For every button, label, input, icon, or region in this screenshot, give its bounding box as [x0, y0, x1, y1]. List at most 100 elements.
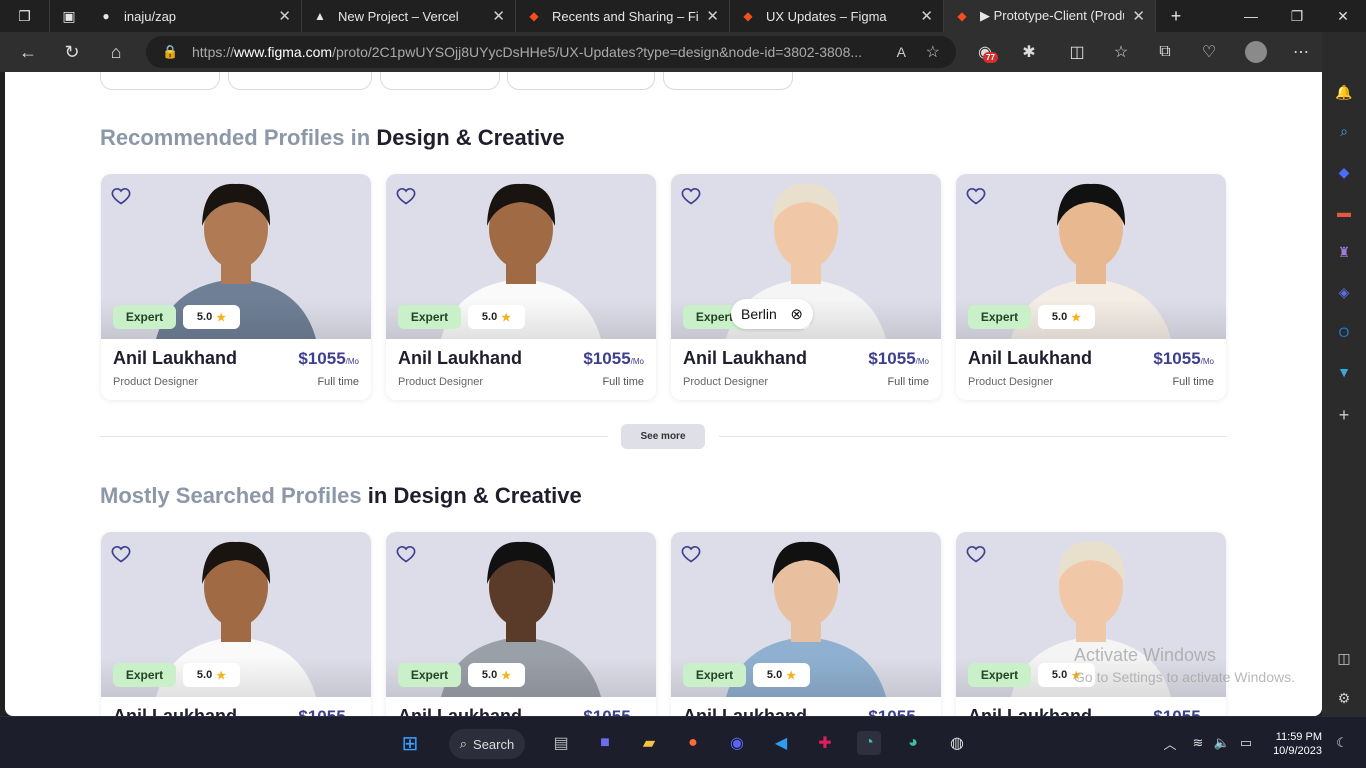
close-tab-icon[interactable]: ✕ — [278, 7, 291, 25]
vscode-button[interactable]: ◀ — [769, 731, 793, 755]
profile-price: $1055/Mo — [583, 349, 644, 369]
filter-chip[interactable] — [507, 72, 655, 90]
slack-button[interactable]: ✚ — [813, 731, 837, 755]
add-sidebar-app-button[interactable]: + — [1332, 403, 1356, 427]
tools-button[interactable]: ▬ — [1332, 200, 1356, 224]
profile-card[interactable]: Expert5.0★Anil Laukhand$1055/MoProduct D… — [671, 174, 941, 400]
outlook-button[interactable]: O — [1332, 320, 1356, 344]
tab-actions-button[interactable]: ▣ — [50, 0, 88, 32]
extensions-button[interactable]: ✱ — [1009, 32, 1049, 72]
profile-price: $1055/Mo — [1153, 707, 1214, 716]
heart-icon[interactable] — [111, 186, 131, 206]
sidebar-settings-button[interactable]: ⚙ — [1332, 686, 1356, 710]
back-button[interactable]: ← — [8, 32, 48, 72]
rating-value: 5.0 — [196, 669, 213, 681]
file-explorer-button[interactable]: ▰ — [637, 731, 661, 755]
tray-overflow-button[interactable]: ︿ — [1158, 731, 1182, 755]
drop-button[interactable]: ▼ — [1332, 360, 1356, 384]
workspaces-button[interactable]: ❐ — [0, 0, 50, 32]
tab-github[interactable]: ● inaju/zap ✕ — [88, 0, 302, 32]
price-value: $1055 — [298, 349, 346, 368]
edge-icon: ◕ — [908, 734, 918, 751]
heart-icon[interactable] — [681, 186, 701, 206]
app-button[interactable]: ◍ — [945, 731, 969, 755]
filter-chip[interactable] — [380, 72, 500, 90]
shopping-button[interactable]: ◆ — [1332, 160, 1356, 184]
location-tooltip[interactable]: Berlin ⊗ — [731, 299, 813, 329]
wifi-icon[interactable]: ≋ — [1186, 731, 1210, 755]
url-field[interactable]: 🔒 https://www.figma.com/proto/2C1pwUYSOj… — [146, 36, 956, 68]
edge-button[interactable]: ◔ — [857, 731, 881, 755]
heart-icon[interactable] — [396, 186, 416, 206]
filter-chip[interactable] — [100, 72, 220, 90]
star-icon: ★ — [1071, 311, 1082, 324]
hide-sidebar-button[interactable]: ◫ — [1332, 646, 1356, 670]
discord-button[interactable]: ◉ — [725, 731, 749, 755]
vercel-icon: ▲ — [314, 9, 326, 23]
collections-button[interactable]: ⧉ — [1145, 32, 1185, 72]
games-button[interactable]: ♜ — [1332, 240, 1356, 264]
edge-dev-button[interactable]: ◕ — [901, 731, 925, 755]
split-screen-button[interactable]: ◫ — [1057, 32, 1097, 72]
puzzle-icon: ✱ — [1022, 44, 1036, 61]
heart-icon[interactable] — [966, 186, 986, 206]
profile-card[interactable]: Expert5.0★Anil Laukhand$1055/MoProduct D… — [956, 174, 1226, 400]
notification-center-button[interactable]: ☾ — [1330, 731, 1354, 755]
tab-prototype-client[interactable]: ◆ ▶ Prototype-Client (Product ✕ — [944, 0, 1156, 32]
profile-card[interactable]: Expert5.0★Anil Laukhand$1055/MoProduct D… — [956, 532, 1226, 716]
tab-vercel[interactable]: ▲ New Project – Vercel ✕ — [302, 0, 516, 32]
microsoft365-button[interactable]: ◈ — [1332, 280, 1356, 304]
home-icon: ⌂ — [110, 41, 122, 62]
notifications-button[interactable]: 🔔 — [1332, 80, 1356, 104]
restore-button[interactable]: ❐ — [1274, 0, 1320, 32]
search-sidebar-button[interactable]: ⌕ — [1332, 119, 1356, 143]
read-aloud-icon[interactable]: A — [897, 44, 906, 60]
task-view-button[interactable]: ▤ — [549, 731, 573, 755]
profile-button[interactable] — [1236, 32, 1276, 72]
search-label: Search — [473, 736, 515, 752]
refresh-button[interactable]: ↻ — [52, 32, 92, 72]
postman-button[interactable]: ● — [681, 731, 705, 755]
home-button[interactable]: ⌂ — [96, 32, 136, 72]
profile-card[interactable]: Expert5.0★Anil Laukhand$1055/MoProduct D… — [101, 532, 371, 716]
profile-card[interactable]: Expert5.0★Anil Laukhand$1055/MoProduct D… — [386, 174, 656, 400]
start-button[interactable]: ⊞ — [398, 731, 422, 755]
close-tab-icon[interactable]: ✕ — [920, 7, 933, 25]
favorites-button[interactable]: ☆ — [1101, 32, 1141, 72]
filter-chip[interactable] — [663, 72, 793, 90]
close-window-button[interactable]: ✕ — [1320, 0, 1366, 32]
see-more-button[interactable]: See more — [621, 424, 705, 449]
close-tab-icon[interactable]: ✕ — [492, 7, 505, 25]
minimize-button[interactable]: — — [1228, 0, 1274, 32]
heart-icon[interactable] — [966, 544, 986, 564]
profile-card[interactable]: Expert5.0★Anil Laukhand$1055/MoProduct D… — [671, 532, 941, 716]
close-tab-icon[interactable]: ✕ — [706, 7, 719, 25]
rating-badge: 5.0★ — [183, 663, 240, 687]
teams-button[interactable]: ■ — [593, 731, 617, 755]
close-circle-icon[interactable]: ⊗ — [790, 305, 803, 323]
moon-icon: ☾ — [1336, 735, 1348, 750]
extension-button[interactable]: ◉ 77 — [965, 32, 1005, 72]
filter-chip[interactable] — [228, 72, 372, 90]
video-call-icon: ■ — [600, 734, 610, 751]
tab-figma-recents[interactable]: ◆ Recents and Sharing – Figma ✕ — [516, 0, 730, 32]
clock[interactable]: 11:59 PM 10/9/2023 — [1262, 730, 1322, 758]
rating-badge: 5.0★ — [1038, 305, 1095, 329]
browser-essentials-button[interactable]: ♡ — [1189, 32, 1229, 72]
heart-icon[interactable] — [681, 544, 701, 564]
new-tab-button[interactable]: + — [1156, 0, 1196, 32]
volume-icon[interactable]: 🔈 — [1210, 731, 1234, 755]
close-tab-icon[interactable]: ✕ — [1132, 7, 1145, 25]
battery-icon[interactable]: ▭ — [1234, 731, 1258, 755]
profile-card[interactable]: Expert5.0★Anil Laukhand$1055/MoProduct D… — [386, 532, 656, 716]
section-title-category: Design & Creative — [376, 125, 565, 150]
taskbar-search[interactable]: ⌕ Search — [449, 729, 525, 759]
more-menu-button[interactable]: ⋯ — [1281, 32, 1321, 72]
profile-card[interactable]: Expert5.0★Anil Laukhand$1055/MoProduct D… — [101, 174, 371, 400]
favorite-star-icon[interactable]: ☆ — [926, 42, 940, 62]
tab-title: UX Updates – Figma — [766, 8, 887, 24]
heart-icon[interactable] — [396, 544, 416, 564]
heart-icon[interactable] — [111, 544, 131, 564]
tab-figma-ux-updates[interactable]: ◆ UX Updates – Figma ✕ — [730, 0, 944, 32]
chess-icon: ♜ — [1337, 243, 1351, 260]
